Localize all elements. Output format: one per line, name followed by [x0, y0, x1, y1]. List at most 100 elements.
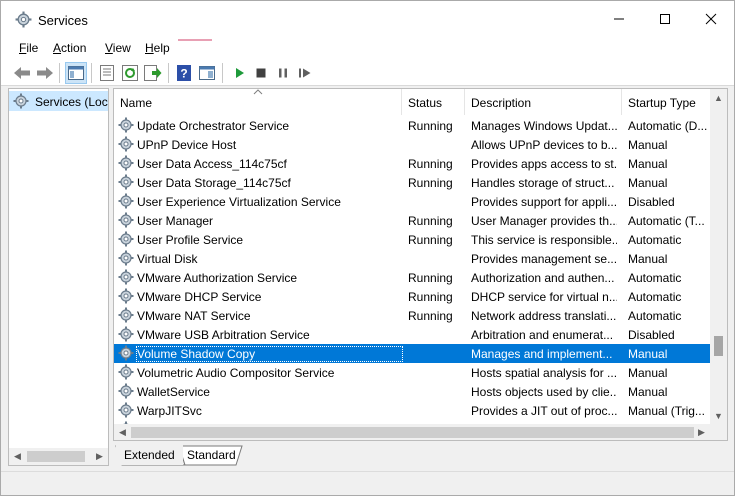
- service-startup-type: Automatic: [628, 309, 682, 323]
- scroll-right-icon[interactable]: ▶: [96, 452, 103, 461]
- table-row[interactable]: Virtual Disk Provides management se... Man…: [114, 249, 711, 268]
- service-description: Authorization and authen...: [471, 271, 615, 285]
- service-gear-icon: [118, 212, 134, 228]
- table-row[interactable]: UPnP Device Host Allows UPnP devices to b…: [114, 135, 711, 154]
- service-name: UPnP Device Host: [137, 138, 237, 152]
- console-tree-pane: Services (Local) ◀ ▶: [8, 88, 109, 466]
- service-startup-type: Manual (Trig...: [628, 404, 705, 418]
- tab-standard[interactable]: Standard: [179, 445, 244, 465]
- table-row[interactable]: User Data Storage_114c75cf Running Handles…: [114, 173, 711, 192]
- close-button[interactable]: [688, 1, 734, 37]
- export-list-button[interactable]: [142, 62, 164, 84]
- service-name: Volume Shadow Copy: [136, 346, 403, 362]
- table-row[interactable]: User Experience Virtualization Service Pr…: [114, 192, 711, 211]
- table-row[interactable]: User Profile Service Running This service …: [114, 230, 711, 249]
- stop-service-button[interactable]: [250, 62, 272, 84]
- service-status: Running: [408, 157, 453, 171]
- service-gear-icon: [118, 193, 134, 209]
- service-gear-icon: [118, 326, 134, 342]
- service-startup-type: Manual: [628, 385, 668, 399]
- table-row[interactable]: Volumetric Audio Compositor Service Hosts…: [114, 363, 711, 382]
- pause-service-button[interactable]: [272, 62, 294, 84]
- maximize-icon: [660, 14, 670, 24]
- table-row[interactable]: VMware USB Arbitration Service Arbitratio…: [114, 325, 711, 344]
- service-description: Manages and implement...: [471, 347, 613, 361]
- table-row[interactable]: WarpJITSvc Provides a JIT out of proc... M…: [114, 401, 711, 420]
- properties-button[interactable]: [96, 62, 118, 84]
- scroll-down-icon[interactable]: ▼: [714, 412, 723, 421]
- service-name: User Data Storage_114c75cf: [137, 176, 291, 190]
- toolbar-separator: [91, 63, 92, 83]
- minimize-button[interactable]: [596, 1, 642, 37]
- service-startup-type: Disabled: [628, 328, 675, 342]
- service-description: Network address translati...: [471, 309, 617, 323]
- service-name: Update Orchestrator Service: [137, 119, 290, 133]
- service-startup-type: Disabled: [628, 195, 675, 209]
- table-row[interactable]: VMware Authorization Service Running Autho…: [114, 268, 711, 287]
- service-gear-icon: [118, 174, 134, 190]
- service-name: VMware Authorization Service: [137, 271, 298, 285]
- refresh-button[interactable]: [119, 62, 141, 84]
- column-header-startup-type[interactable]: Startup Type: [622, 89, 711, 115]
- menu-view[interactable]: View: [105, 41, 131, 55]
- title-bar: Services: [1, 1, 734, 37]
- table-row[interactable]: VMware DHCP Service Running DHCP service f…: [114, 287, 711, 306]
- service-description: This service is responsible...: [471, 233, 617, 247]
- services-gear-icon: [15, 11, 32, 28]
- table-row[interactable]: User Data Access_114c75cf Running Provides…: [114, 154, 711, 173]
- service-status: Running: [408, 214, 453, 228]
- tree-horizontal-scrollbar[interactable]: ◀ ▶: [9, 448, 108, 465]
- list-vertical-scrollbar[interactable]: ▲ ▼: [710, 89, 727, 425]
- menu-file[interactable]: File: [19, 41, 38, 55]
- table-row[interactable]: WalletService Hosts objects used by clie.…: [114, 382, 711, 401]
- scroll-right-icon[interactable]: ▶: [698, 428, 705, 437]
- scroll-thumb[interactable]: [131, 427, 694, 438]
- scroll-left-icon[interactable]: ◀: [119, 428, 126, 437]
- stop-service-icon: [256, 68, 266, 78]
- help-icon: ?: [177, 65, 191, 81]
- service-description: Hosts spatial analysis for ...: [471, 366, 617, 380]
- table-row[interactable]: VMware NAT Service Running Network address…: [114, 306, 711, 325]
- restart-service-button[interactable]: [294, 62, 316, 84]
- tree-item-services-local[interactable]: Services (Local): [9, 91, 108, 111]
- service-status: Running: [408, 233, 453, 247]
- show-console-tree-button[interactable]: [65, 62, 87, 84]
- table-row[interactable]: Update Orchestrator Service Running Manage…: [114, 116, 711, 135]
- service-status: Running: [408, 176, 453, 190]
- console-tree-icon: [68, 66, 84, 80]
- service-name: User Data Access_114c75cf: [137, 157, 287, 171]
- help-button[interactable]: ?: [173, 62, 195, 84]
- action-pane-button[interactable]: [196, 62, 218, 84]
- service-gear-icon: [118, 136, 134, 152]
- start-service-button[interactable]: [228, 62, 250, 84]
- scroll-left-icon[interactable]: ◀: [14, 452, 21, 461]
- svg-text:?: ?: [180, 67, 187, 81]
- menu-help[interactable]: Help: [145, 41, 170, 55]
- start-service-icon: [236, 68, 244, 78]
- window-title: Services: [38, 13, 88, 28]
- scroll-up-icon[interactable]: ▲: [714, 94, 723, 103]
- list-horizontal-scrollbar[interactable]: ◀ ▶: [114, 424, 711, 440]
- accent-line: [178, 39, 212, 41]
- restart-service-icon: [299, 68, 311, 78]
- table-row[interactable]: User Manager Running User Manager provides…: [114, 211, 711, 230]
- column-header-description[interactable]: Description: [465, 89, 622, 115]
- menu-bar: File Action View Help: [1, 37, 734, 59]
- service-status: Running: [408, 119, 453, 133]
- tab-extended[interactable]: Extended: [116, 445, 183, 465]
- service-gear-icon: [118, 364, 134, 380]
- service-name: VMware DHCP Service: [137, 290, 262, 304]
- maximize-button[interactable]: [642, 1, 688, 37]
- status-bar: [1, 471, 734, 495]
- back-button[interactable]: [11, 62, 33, 84]
- column-header-status[interactable]: Status: [402, 89, 465, 115]
- service-description: Allows UPnP devices to b...: [471, 138, 617, 152]
- scroll-thumb[interactable]: [27, 451, 85, 462]
- service-status: Running: [408, 290, 453, 304]
- scroll-thumb[interactable]: [714, 336, 723, 356]
- menu-action[interactable]: Action: [53, 41, 86, 55]
- service-startup-type: Manual: [628, 138, 668, 152]
- service-name: WalletService: [137, 385, 210, 399]
- table-row[interactable]: Volume Shadow Copy Manages and implement.…: [114, 344, 711, 363]
- forward-button[interactable]: [34, 62, 56, 84]
